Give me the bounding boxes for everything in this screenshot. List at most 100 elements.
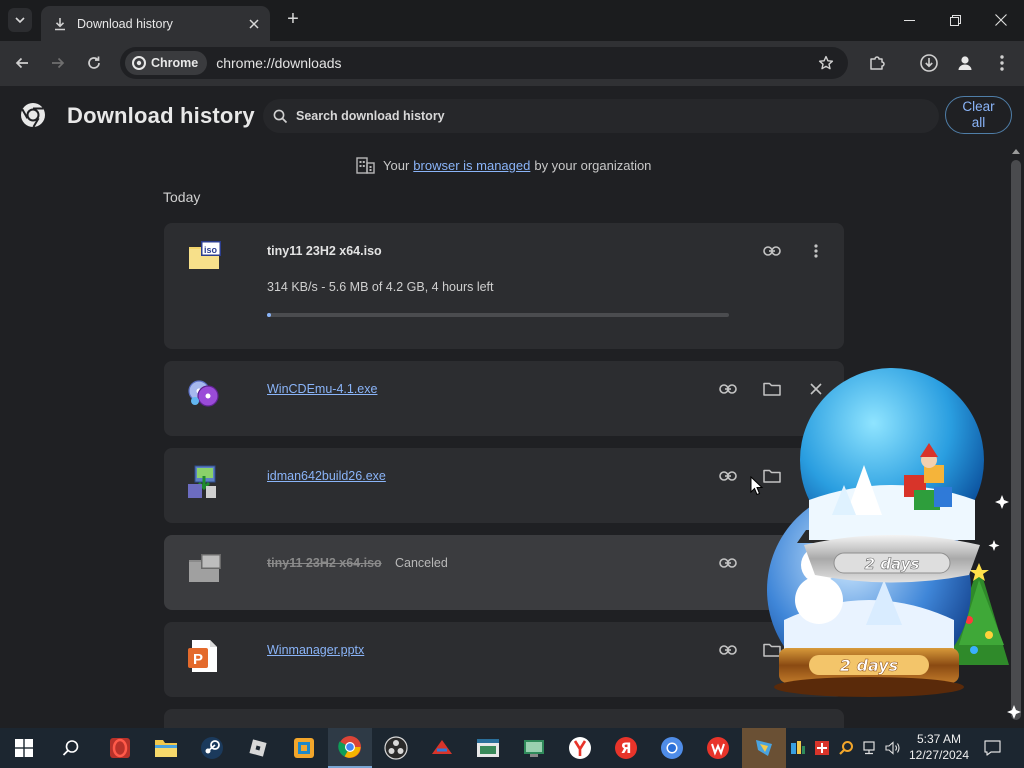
snow-globe-widget[interactable]: 2 days 2 days [764, 365, 1024, 725]
download-item: P Winmanager.pptx [164, 622, 844, 697]
taskbar-winmanager[interactable] [742, 728, 786, 768]
taskbar-search-button[interactable] [49, 728, 93, 768]
taskbar-clock[interactable]: 5:37 AM 12/27/2024 [904, 731, 974, 763]
taskbar-opera-gx[interactable] [98, 728, 142, 768]
roblox-icon [249, 739, 267, 757]
window-app-icon [477, 739, 499, 757]
restore-button[interactable] [932, 0, 978, 40]
taskbar-system-app[interactable] [512, 728, 556, 768]
taskbar-game[interactable] [420, 728, 464, 768]
installer-app-icon [188, 465, 216, 498]
tray-app-1[interactable] [788, 728, 808, 768]
taskbar-yandex[interactable] [558, 728, 602, 768]
file-name-link[interactable]: idman642build26.exe [267, 469, 386, 483]
copy-link-button[interactable] [716, 638, 740, 662]
file-name: tiny11 23H2 x64.iso [267, 244, 382, 258]
start-button[interactable] [2, 728, 46, 768]
download-progress-status: 314 KB/s - 5.6 MB of 4.2 GB, 4 hours lef… [267, 280, 494, 294]
menu-button[interactable] [989, 50, 1015, 76]
tab-search-button[interactable] [8, 8, 32, 32]
taskbar-file-explorer[interactable] [144, 728, 188, 768]
tray-volume[interactable] [882, 728, 904, 768]
taskbar-roblox[interactable] [236, 728, 280, 768]
generic-file-icon [189, 554, 221, 582]
more-actions-button[interactable] [804, 239, 828, 263]
chrome-logo-icon [21, 103, 45, 128]
yandex-icon [569, 737, 591, 759]
profile-button[interactable] [952, 50, 978, 76]
copy-link-button[interactable] [716, 551, 740, 575]
mouse-cursor-icon [750, 476, 764, 496]
tray-network[interactable] [858, 728, 880, 768]
site-info-chip[interactable]: Chrome [125, 51, 208, 75]
taskbar-obs[interactable] [374, 728, 418, 768]
chrome-logo-icon [132, 56, 146, 70]
taskbar-chrome[interactable] [328, 728, 372, 768]
snow-globe-icon: 2 days 2 days [767, 368, 1021, 719]
tray-app-2[interactable] [812, 728, 832, 768]
action-center-button[interactable] [980, 728, 1004, 768]
url-text[interactable]: chrome://downloads [216, 55, 813, 71]
browser-toolbar: Chrome chrome://downloads [0, 41, 1024, 86]
address-bar[interactable]: Chrome chrome://downloads [120, 47, 848, 79]
taskbar-app[interactable] [282, 728, 326, 768]
bookmark-star-icon[interactable] [813, 50, 839, 76]
back-button[interactable] [9, 50, 35, 76]
link-icon [719, 558, 737, 568]
tray-search[interactable] [836, 728, 856, 768]
chromium-icon [661, 737, 683, 759]
copy-link-button[interactable] [716, 464, 740, 488]
link-icon [719, 471, 737, 481]
file-name-link[interactable]: WinCDEmu-4.1.exe [267, 382, 377, 396]
title-bar: Download history + [0, 0, 1024, 41]
extensions-button[interactable] [864, 50, 890, 76]
copy-link-button[interactable] [716, 377, 740, 401]
globe-label-top: 2 days [865, 555, 920, 573]
more-vert-icon [814, 244, 818, 258]
download-circle-icon [920, 54, 938, 72]
winmanager-icon [756, 740, 772, 756]
close-window-button[interactable] [978, 0, 1024, 40]
downloads-button[interactable] [916, 50, 942, 76]
clear-all-button[interactable]: Clear all [945, 96, 1012, 134]
chip-label: Chrome [151, 56, 199, 70]
forward-button[interactable] [45, 50, 71, 76]
network-icon [863, 741, 875, 755]
discs-app-icon [188, 380, 219, 407]
building-icon [356, 157, 375, 174]
download-item-partial [164, 709, 844, 728]
taskbar-wps[interactable] [696, 728, 740, 768]
tray-app-icon [815, 741, 829, 755]
restore-icon [949, 14, 961, 26]
yandex-browser-icon: Я [615, 737, 637, 759]
new-tab-button[interactable]: + [282, 9, 304, 31]
file-name-link[interactable]: Winmanager.pptx [267, 643, 364, 657]
minimize-button[interactable] [886, 0, 932, 40]
search-box[interactable] [263, 99, 939, 133]
managed-suffix: by your organization [534, 158, 652, 173]
copy-link-button[interactable] [760, 239, 784, 263]
managed-notice: Your browser is managed by your organiza… [356, 157, 651, 174]
tab-close-icon[interactable] [244, 14, 264, 34]
download-icon [55, 17, 65, 30]
download-progress-bar [267, 313, 729, 317]
iso-file-icon: iso [189, 241, 221, 269]
notification-icon [983, 740, 1001, 756]
volume-icon [885, 741, 900, 755]
file-explorer-icon [155, 740, 177, 757]
taskbar-window-app[interactable] [466, 728, 510, 768]
scroll-up-arrow-icon[interactable] [1012, 148, 1020, 154]
reload-button[interactable] [81, 50, 107, 76]
search-icon [273, 109, 288, 123]
tab-download-history[interactable]: Download history [41, 6, 270, 41]
taskbar-chromium[interactable] [650, 728, 694, 768]
taskbar-yandex-browser[interactable]: Я [604, 728, 648, 768]
download-item: iso tiny11 23H2 x64.iso 314 KB/s - 5.6 M… [164, 223, 844, 349]
svg-text:iso: iso [204, 245, 218, 255]
game-icon [432, 740, 452, 754]
browser-managed-link[interactable]: browser is managed [413, 158, 530, 173]
search-input[interactable] [296, 109, 896, 123]
tab-title: Download history [77, 16, 173, 31]
taskbar-steam[interactable] [190, 728, 234, 768]
puzzle-icon [870, 56, 885, 70]
